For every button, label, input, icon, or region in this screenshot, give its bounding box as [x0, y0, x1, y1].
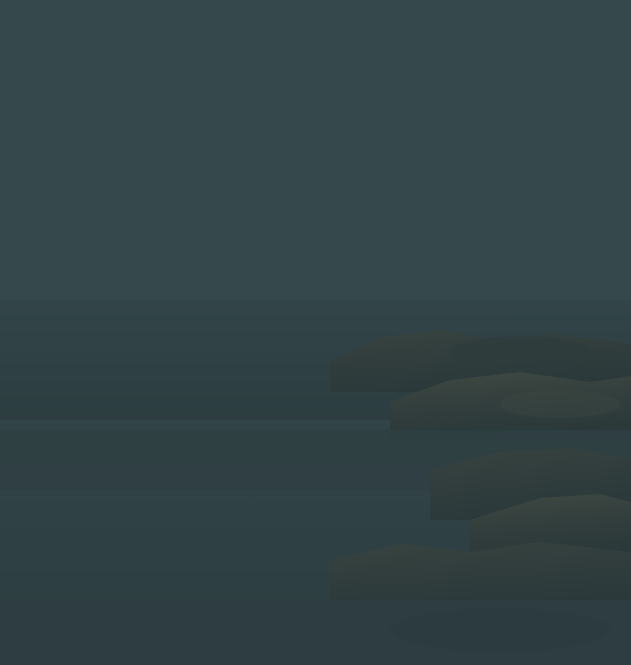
prompt-line: $ php examples/app home — [2, 59, 629, 79]
options-heading-line: Options: — [2, 529, 629, 549]
usage-heading-line: Usage: — [2, 294, 629, 314]
usage-line: examples/app home:{command} [arguments] … — [2, 372, 629, 392]
terminal-window: home $ php examples/app home This is a d… — [0, 0, 631, 665]
terminal-screen[interactable]: $ php examples/app home This is a demo c… — [0, 0, 631, 665]
option-row-help: -h,--help Show help of the command group… — [2, 607, 629, 627]
intro-line: This is a demo command controller. there… — [2, 137, 629, 157]
